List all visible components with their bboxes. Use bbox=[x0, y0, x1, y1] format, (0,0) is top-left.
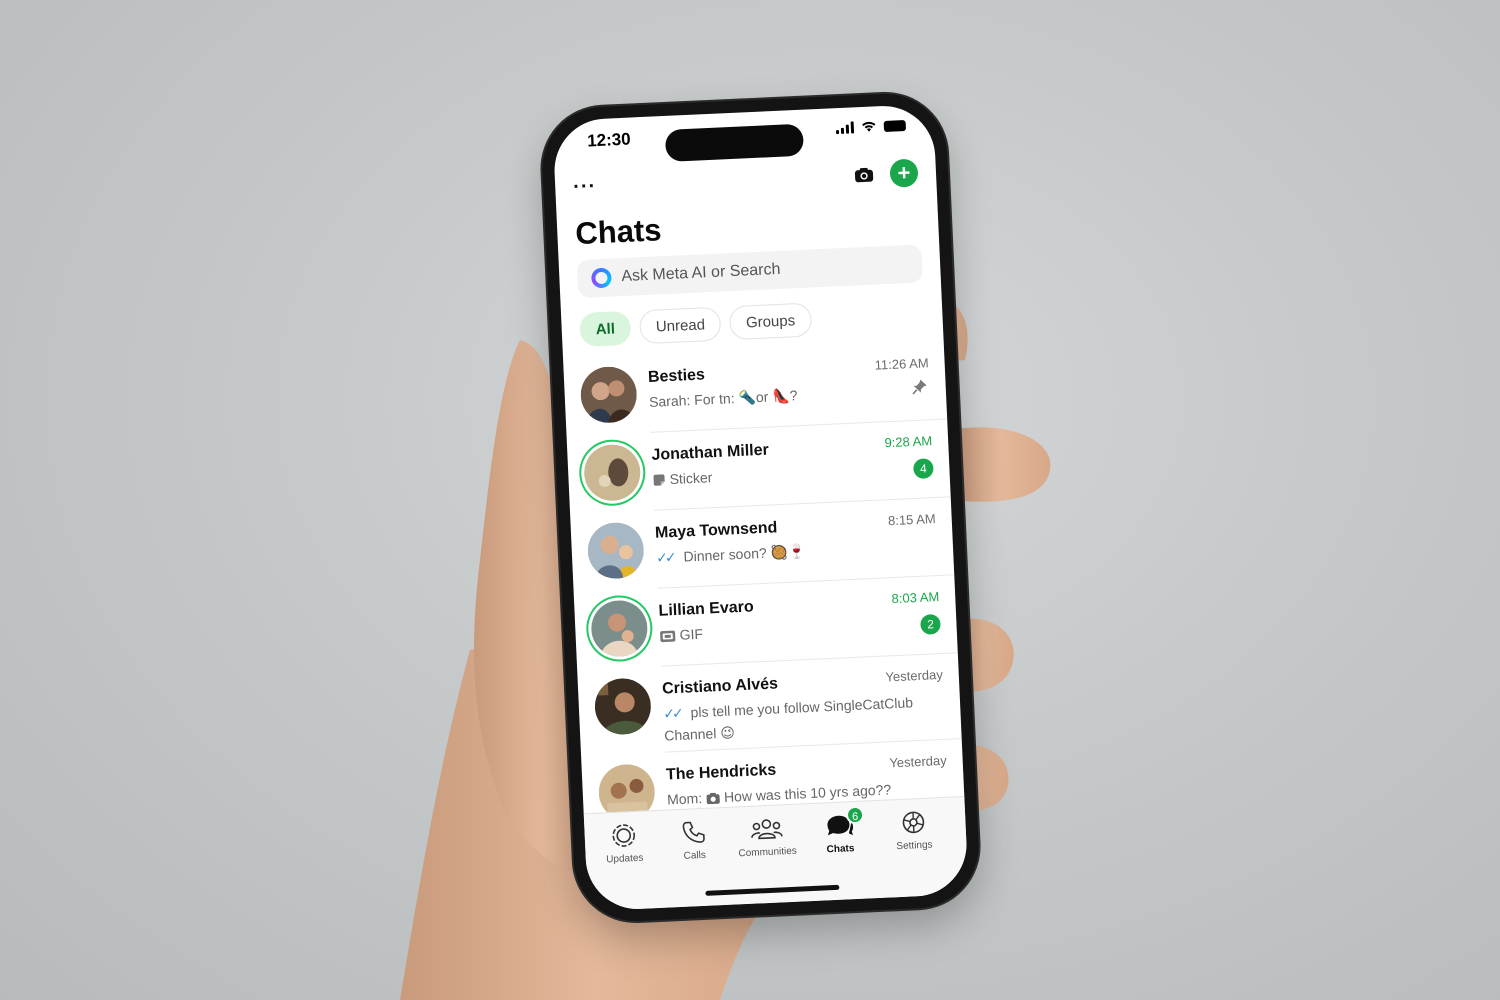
read-receipt-icon: ✓✓ bbox=[662, 704, 682, 722]
chat-name: Maya Townsend bbox=[654, 519, 778, 542]
phone-device: 12:30 ··· + Chats Ask Meta AI or Search … bbox=[539, 91, 982, 924]
tab-chats[interactable]: 6 Chats bbox=[802, 805, 878, 856]
chat-list: Besties 11:26 AM Sarah: For tn: 🔦or 👠? J… bbox=[563, 342, 965, 835]
chat-name: Cristiano Alvés bbox=[661, 675, 779, 698]
tab-bar: Updates Calls Communities 6 Chats Settin… bbox=[583, 796, 969, 912]
search-bar[interactable] bbox=[576, 244, 923, 299]
page-title: Chats bbox=[574, 212, 663, 252]
phone-icon bbox=[682, 821, 705, 843]
sticker-icon bbox=[653, 474, 665, 486]
unread-badge: 4 bbox=[912, 458, 934, 480]
cellular-signal-icon bbox=[835, 121, 855, 135]
avatar bbox=[579, 365, 638, 425]
chat-name: Besties bbox=[647, 366, 706, 386]
photo-camera-icon bbox=[706, 792, 720, 805]
preview-text: For tn: 🔦or 👠? bbox=[693, 387, 798, 408]
avatar-status-ring bbox=[590, 599, 649, 658]
meta-ai-icon[interactable] bbox=[590, 267, 612, 289]
more-options-button[interactable]: ··· bbox=[573, 175, 597, 198]
preview-text: Dinner soon? 🥘🍷 bbox=[683, 543, 806, 565]
tab-label: Chats bbox=[826, 843, 855, 856]
chat-preview: ✓✓ pls tell me you follow SingleCatClub … bbox=[663, 690, 944, 747]
chat-name: Jonathan Miller bbox=[651, 441, 770, 464]
read-receipt-icon: ✓✓ bbox=[655, 549, 674, 566]
filter-unread[interactable]: Unread bbox=[639, 306, 722, 345]
avatar bbox=[586, 521, 646, 580]
scene: 12:30 ··· + Chats Ask Meta AI or Search … bbox=[0, 0, 1500, 1000]
status-icons bbox=[835, 119, 907, 135]
chats-unread-badge: 6 bbox=[845, 805, 865, 825]
avatar-status-ring bbox=[583, 443, 642, 502]
chat-time: Yesterday bbox=[885, 666, 944, 685]
communities-icon bbox=[751, 819, 783, 840]
tab-label: Updates bbox=[605, 852, 644, 866]
filter-chips: All Unread Groups bbox=[578, 302, 812, 347]
phone-screen: 12:30 ··· + Chats Ask Meta AI or Search … bbox=[552, 103, 969, 912]
tab-label: Communities bbox=[738, 845, 798, 860]
preview-sender: Mom: bbox=[666, 789, 703, 808]
gif-icon bbox=[660, 630, 676, 643]
chat-time: Yesterday bbox=[889, 752, 948, 771]
tab-settings[interactable]: Settings bbox=[876, 808, 952, 853]
tab-label: Settings bbox=[896, 839, 933, 853]
tab-updates[interactable]: Updates bbox=[586, 821, 662, 866]
avatar bbox=[593, 677, 653, 736]
chat-name: The Hendricks bbox=[665, 761, 777, 784]
preview-text: Sticker bbox=[669, 469, 713, 488]
dynamic-island bbox=[664, 123, 805, 162]
unread-badge: 2 bbox=[920, 613, 941, 635]
filter-all[interactable]: All bbox=[578, 310, 632, 347]
filter-groups[interactable]: Groups bbox=[729, 302, 812, 341]
updates-icon bbox=[612, 824, 636, 847]
chat-time: 8:03 AM bbox=[891, 588, 940, 607]
status-time: 12:30 bbox=[586, 129, 632, 151]
preview-text: GIF bbox=[679, 625, 704, 643]
chat-time: 9:28 AM bbox=[884, 433, 933, 451]
chat-time: 8:15 AM bbox=[887, 511, 937, 529]
tab-communities[interactable]: Communities bbox=[729, 814, 805, 859]
camera-icon[interactable] bbox=[854, 167, 875, 184]
chat-name: Lillian Evaro bbox=[658, 598, 755, 620]
search-input[interactable] bbox=[620, 256, 882, 287]
new-chat-button[interactable]: + bbox=[889, 158, 919, 188]
tab-label: Calls bbox=[683, 849, 707, 862]
preview-text: pls tell me you follow SingleCatClub Cha… bbox=[663, 694, 914, 744]
chat-time: 11:26 AM bbox=[874, 355, 929, 373]
pin-icon bbox=[912, 379, 927, 395]
home-indicator[interactable] bbox=[705, 884, 840, 896]
preview-sender: Sarah: bbox=[648, 392, 691, 410]
wifi-icon bbox=[862, 121, 876, 132]
battery-icon bbox=[883, 119, 907, 132]
top-bar: ··· + bbox=[555, 154, 937, 211]
gear-icon bbox=[902, 811, 925, 834]
tab-calls[interactable]: Calls bbox=[656, 818, 732, 863]
